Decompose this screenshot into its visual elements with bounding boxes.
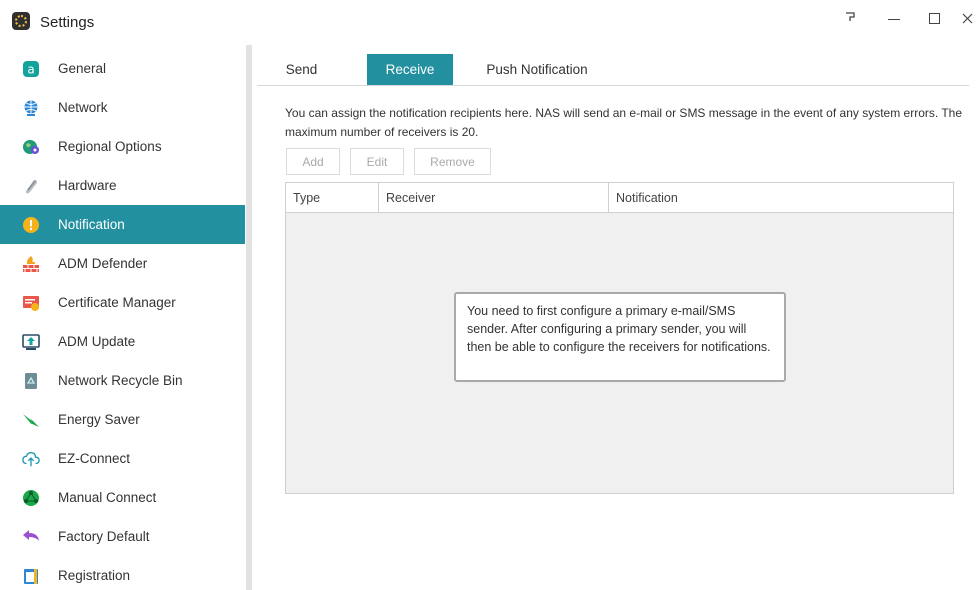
sidebar-item-label: Energy Saver xyxy=(58,412,140,427)
column-header-notification[interactable]: Notification xyxy=(609,183,953,213)
update-icon xyxy=(22,333,40,351)
sidebar-item-regional-options[interactable]: Regional Options xyxy=(0,127,245,166)
sidebar-item-label: Notification xyxy=(58,217,125,232)
registration-icon xyxy=(22,567,40,585)
regional-icon xyxy=(22,138,40,156)
hardware-icon xyxy=(22,177,40,195)
sidebar-item-notification[interactable]: Notification xyxy=(0,205,245,244)
recycle-bin-icon xyxy=(22,372,40,390)
column-header-receiver[interactable]: Receiver xyxy=(379,183,609,213)
sidebar-item-label: Manual Connect xyxy=(58,490,157,505)
sidebar-item-network-recycle-bin[interactable]: Network Recycle Bin xyxy=(0,361,245,400)
sidebar-item-hardware[interactable]: Hardware xyxy=(0,166,245,205)
edit-button[interactable]: Edit xyxy=(350,148,404,175)
close-icon xyxy=(962,13,972,23)
sidebar-splitter[interactable] xyxy=(245,45,257,590)
close-button[interactable] xyxy=(955,6,979,30)
info-tooltip: You need to first configure a primary e-… xyxy=(454,292,786,382)
sidebar-item-energy-saver[interactable]: Energy Saver xyxy=(0,400,245,439)
globe-icon xyxy=(22,99,40,117)
sidebar-item-label: Network Recycle Bin xyxy=(58,373,183,388)
settings-gear-icon xyxy=(12,12,30,30)
description-text: You can assign the notification recipien… xyxy=(285,106,963,139)
energy-icon xyxy=(22,411,40,429)
sidebar-item-certificate-manager[interactable]: Certificate Manager xyxy=(0,283,245,322)
sidebar-item-general[interactable]: a General xyxy=(0,49,245,88)
sidebar-item-adm-update[interactable]: ADM Update xyxy=(0,322,245,361)
column-header-type[interactable]: Type xyxy=(286,183,379,213)
sidebar-item-ez-connect[interactable]: EZ-Connect xyxy=(0,439,245,478)
general-icon: a xyxy=(22,60,40,78)
sidebar-item-registration[interactable]: Registration xyxy=(0,556,245,590)
alert-icon xyxy=(22,216,40,234)
maximize-icon xyxy=(928,12,940,24)
remove-button[interactable]: Remove xyxy=(414,148,491,175)
svg-text:a: a xyxy=(27,62,34,76)
sidebar-item-label: EZ-Connect xyxy=(58,451,131,466)
maximize-button[interactable] xyxy=(922,6,946,30)
window-title: Settings xyxy=(40,14,95,31)
sidebar-item-network[interactable]: Network xyxy=(0,88,245,127)
help-icon[interactable] xyxy=(838,6,862,30)
table-header: Type Receiver Notification xyxy=(286,183,953,213)
sidebar-item-adm-defender[interactable]: ADM Defender xyxy=(0,244,245,283)
sidebar-item-label: Hardware xyxy=(58,178,117,193)
minimize-button[interactable] xyxy=(882,6,906,30)
minimize-icon xyxy=(888,18,900,20)
tab-bar: Send Receive Push Notification xyxy=(257,54,969,86)
add-button[interactable]: Add xyxy=(286,148,340,175)
main-panel: Send Receive Push Notification You can a… xyxy=(257,45,979,590)
sidebar-item-label: Regional Options xyxy=(58,139,162,154)
sidebar-item-factory-default[interactable]: Factory Default xyxy=(0,517,245,556)
sidebar-item-label: Registration xyxy=(58,568,131,583)
cloud-upload-icon xyxy=(22,450,40,468)
tab-receive[interactable]: Receive xyxy=(367,54,453,85)
sidebar: a General Network Regional Options Hardw… xyxy=(0,45,245,590)
sidebar-item-label: ADM Update xyxy=(58,334,136,349)
sidebar-item-label: Factory Default xyxy=(58,529,150,544)
tab-send[interactable]: Send xyxy=(274,54,329,85)
certificate-icon xyxy=(22,294,40,312)
sidebar-item-label: General xyxy=(58,61,107,76)
undo-arrow-icon xyxy=(22,528,40,546)
firewall-icon xyxy=(22,255,40,273)
sidebar-item-manual-connect[interactable]: Manual Connect xyxy=(0,478,245,517)
sidebar-item-label: Certificate Manager xyxy=(58,295,176,310)
tab-push-notification[interactable]: Push Notification xyxy=(481,54,593,85)
sidebar-item-label: Network xyxy=(58,100,108,115)
manual-connect-icon xyxy=(22,489,40,507)
sidebar-item-label: ADM Defender xyxy=(58,256,148,271)
title-bar: Settings xyxy=(0,0,979,45)
